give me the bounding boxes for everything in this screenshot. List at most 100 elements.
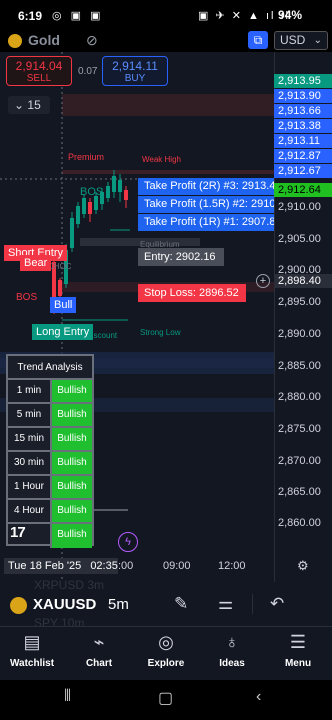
- chart-settings-icon[interactable]: ⚙: [297, 558, 309, 574]
- chevron-down-icon: ⌄: [313, 35, 322, 46]
- undo-icon[interactable]: ↶: [270, 594, 284, 614]
- trend-status: Bullish: [52, 476, 92, 498]
- price-tag: 2,913.90: [274, 89, 332, 103]
- trend-row: 1 Hour Bullish: [8, 476, 92, 500]
- bos-label-upper: BOS: [80, 186, 104, 198]
- lightning-icon[interactable]: ϟ: [118, 532, 138, 552]
- trend-timeframe: 1 min: [8, 380, 52, 402]
- buy-button[interactable]: 2,914.11 BUY: [102, 56, 168, 86]
- crosshair-time: 02:35: [90, 560, 118, 572]
- take-profit-2-label[interactable]: Take Profit (1.5R) #2: 2910: [138, 196, 274, 213]
- crosshair-date-label: Tue 18 Feb '25 02:35: [4, 558, 118, 574]
- strong-low-label: Strong Low: [140, 328, 181, 337]
- entry-label[interactable]: Entry: 2902.16: [138, 248, 224, 266]
- price-tick: 2,880.00: [278, 391, 321, 403]
- nav-menu-label: Menu: [284, 658, 312, 669]
- chart-icon: ⌁: [93, 632, 105, 652]
- time-tick: :00: [118, 560, 134, 572]
- weak-high-zone: [62, 170, 274, 174]
- price-tick: 2,895.00: [278, 296, 321, 308]
- current-price-tag: 2,912.64: [274, 183, 332, 197]
- indicators-sliders-icon[interactable]: ⚌: [218, 594, 233, 614]
- trend-row: 15 min Bullish: [8, 428, 92, 452]
- pencil-icon[interactable]: ✎: [174, 594, 188, 614]
- trend-status: Bullish: [52, 524, 92, 548]
- price-tag: 2,913.11: [274, 134, 332, 148]
- lightbulb-icon: ♁: [225, 632, 239, 652]
- price-tick: 2,905.00: [278, 233, 321, 245]
- eye-off-icon[interactable]: ⊘: [86, 32, 98, 49]
- long-entry-tag: Long Entry: [32, 324, 94, 340]
- hamburger-menu-icon: ☰: [289, 632, 307, 652]
- currency-value: USD: [280, 33, 306, 47]
- back-icon[interactable]: ‹: [256, 688, 261, 706]
- nav-explore[interactable]: ◎ Explore: [136, 632, 196, 669]
- stop-loss-label[interactable]: Stop Loss: 2896.52: [138, 284, 246, 302]
- price-tick: 2,865.00: [278, 486, 321, 498]
- take-profit-3-label[interactable]: Take Profit (2R) #3: 2913.4: [138, 178, 274, 195]
- price-tag: 2,913.66: [274, 104, 332, 118]
- battery-level: 94%: [278, 8, 303, 22]
- trend-row: 1 min Bullish: [8, 380, 92, 404]
- trend-status: Bullish: [52, 380, 92, 402]
- layout-toggle-button[interactable]: ⧉: [248, 31, 268, 49]
- status-bar: 6:19 ◎ ▣ ▣ ▣ ✈ ✕ ▲ ıl ıl 94%: [0, 0, 332, 30]
- symbol-bar-divider: [252, 594, 253, 614]
- weak-high-label: Weak High: [142, 155, 181, 164]
- price-tag: 2,913.38: [274, 119, 332, 133]
- notification-icons: ◎ ▣ ▣: [52, 10, 104, 22]
- nav-chart[interactable]: ⌁ Chart: [69, 632, 129, 669]
- recent-apps-icon[interactable]: ⦀: [64, 688, 71, 706]
- trend-status: Bullish: [52, 404, 92, 426]
- price-tick: 2,870.00: [278, 455, 321, 467]
- sell-label: SELL: [26, 73, 52, 84]
- price-scale[interactable]: 2,913.95 2,913.90 2,913.66 2,913.38 2,91…: [274, 52, 332, 582]
- ghost-symbol-top: XRPUSD 3m: [34, 578, 105, 592]
- price-tag: 2,912.67: [274, 164, 332, 178]
- currency-select[interactable]: USD ⌄: [274, 31, 328, 50]
- price-tag: 2,912.87: [274, 149, 332, 163]
- price-tick: 2,860.00: [278, 517, 321, 529]
- trend-row: 30 min Bullish: [8, 452, 92, 476]
- trend-status: Bullish: [52, 452, 92, 474]
- trend-status: Bullish: [52, 428, 92, 450]
- trend-row: 5 min Bullish: [8, 404, 92, 428]
- choch-label: CHOC: [48, 262, 72, 271]
- add-alert-plus-icon[interactable]: +: [256, 274, 270, 288]
- home-icon[interactable]: ▢: [158, 688, 173, 708]
- price-tick: 2,910.00: [278, 201, 321, 213]
- watchlist-icon: ▤: [23, 632, 41, 652]
- premium-zone: [62, 94, 274, 116]
- crosshair-date: Tue 18 Feb '25: [8, 560, 82, 572]
- trend-row: 4 Hour Bullish: [8, 500, 92, 524]
- interval-selector[interactable]: 5m: [108, 596, 129, 613]
- sell-button[interactable]: 2,914.04 SELL: [6, 56, 72, 86]
- bull-tag: Bull: [50, 297, 77, 313]
- price-tick: 2,875.00: [278, 423, 321, 435]
- symbol-title[interactable]: Gold: [28, 32, 60, 48]
- nav-ideas[interactable]: ♁ Ideas: [202, 632, 262, 669]
- nav-chart-label: Chart: [85, 658, 113, 669]
- trend-timeframe: 15 min: [8, 428, 52, 450]
- crosshair-price-tag: 2,898.40: [274, 274, 332, 288]
- nav-watchlist[interactable]: ▤ Watchlist: [2, 632, 62, 669]
- nav-explore-label: Explore: [147, 658, 185, 669]
- buy-price: 2,914.11: [112, 59, 158, 73]
- trend-timeframe: 1 Hour: [8, 476, 52, 498]
- nav-ideas-label: Ideas: [219, 658, 245, 669]
- trend-analysis-table: Trend Analysis 1 min Bullish 5 min Bullish…: [6, 354, 94, 548]
- gold-coin-icon: [8, 34, 22, 48]
- take-profit-1-label[interactable]: Take Profit (1R) #1: 2907.8: [138, 214, 274, 231]
- compass-icon: ◎: [158, 632, 174, 652]
- trend-timeframe: 30 min: [8, 452, 52, 474]
- indicator-collapse-button[interactable]: ⌄ 15: [8, 96, 50, 114]
- symbol-name[interactable]: XAUUSD: [33, 596, 96, 613]
- tradingview-logo: 17: [10, 524, 26, 541]
- price-tick: 2,890.00: [278, 328, 321, 340]
- layout-icon: ⧉: [253, 33, 263, 47]
- trend-timeframe: 4 Hour: [8, 500, 52, 522]
- spread-value: 0.07: [78, 66, 98, 77]
- chevron-down-icon: ⌄: [14, 98, 25, 112]
- time-tick: 12:00: [218, 560, 246, 572]
- nav-menu[interactable]: ☰ Menu: [268, 632, 328, 669]
